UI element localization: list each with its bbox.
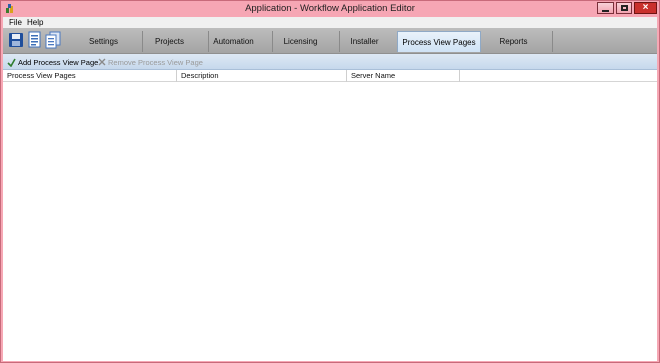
tab-reports[interactable]: Reports: [475, 31, 553, 52]
document-list-icon[interactable]: [27, 31, 43, 49]
column-header-process-view-pages[interactable]: Process View Pages: [3, 70, 177, 82]
ribbon-bar: Settings Projects Automation Licensing I…: [3, 28, 657, 54]
client-area: File Help Settings Projects Automation L…: [3, 17, 657, 361]
close-icon: ×: [642, 2, 649, 13]
grid-header: Process View Pages Description Server Na…: [3, 70, 657, 82]
add-button-label: Add Process View Page: [18, 57, 99, 67]
menu-bar: File Help: [3, 17, 657, 28]
tab-process-view-pages[interactable]: Process View Pages: [397, 31, 481, 52]
add-process-view-page-button[interactable]: Add Process View Page: [7, 56, 98, 68]
column-header-description[interactable]: Description: [177, 70, 347, 82]
process-view-pages-grid[interactable]: Process View Pages Description Server Na…: [3, 70, 657, 361]
close-button[interactable]: ×: [634, 2, 657, 14]
maximize-button[interactable]: [616, 2, 632, 14]
remove-process-view-page-button[interactable]: Remove Process View Page: [98, 56, 203, 68]
menu-file[interactable]: File: [9, 18, 22, 27]
minimize-button[interactable]: [597, 2, 614, 14]
tab-installer[interactable]: Installer: [326, 31, 404, 52]
menu-help[interactable]: Help: [27, 18, 43, 27]
action-toolstrip: Add Process View Page Remove Process Vie…: [3, 54, 657, 70]
app-window: Application - Workflow Application Edito…: [0, 0, 660, 363]
documents-icon[interactable]: [45, 31, 61, 49]
remove-icon: [98, 58, 106, 66]
save-icon[interactable]: [8, 31, 24, 49]
add-icon: [7, 58, 16, 67]
column-header-server-name[interactable]: Server Name: [347, 70, 460, 82]
maximize-icon: [620, 5, 628, 11]
window-title: Application - Workflow Application Edito…: [245, 3, 415, 14]
minimize-icon: [602, 9, 609, 12]
remove-button-label: Remove Process View Page: [108, 57, 203, 67]
title-bar[interactable]: Application - Workflow Application Edito…: [1, 1, 659, 17]
